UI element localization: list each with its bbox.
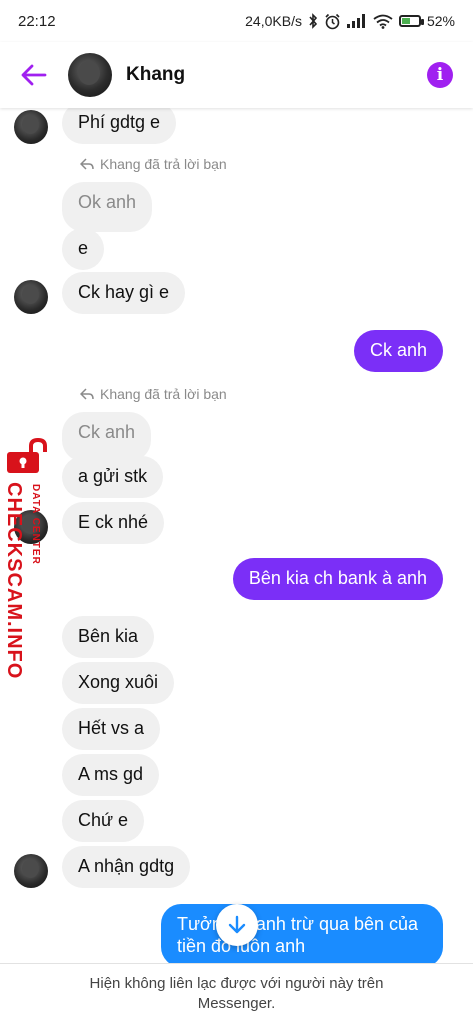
incoming-message[interactable]: A ms gd xyxy=(62,754,160,796)
notice-line: Messenger. xyxy=(197,995,276,1013)
incoming-message[interactable]: Xong xuôi xyxy=(62,662,175,704)
incoming-message[interactable]: Ck hay gì e xyxy=(62,272,186,314)
incoming-message[interactable]: Chứ e xyxy=(62,800,145,842)
signal-icon xyxy=(346,14,365,28)
incoming-message[interactable]: E ck nhé xyxy=(62,502,165,544)
incoming-message[interactable]: Bên kia xyxy=(62,616,155,658)
unavailable-notice: Hiện không liên lạc được với người này t… xyxy=(0,963,473,1024)
battery-percent: 52% xyxy=(426,13,455,29)
incoming-message[interactable]: Hết vs a xyxy=(62,708,161,750)
watermark: CHECKSCAM.INFO DATA CENTER xyxy=(2,438,52,679)
chat-header: Khang i xyxy=(0,42,473,108)
contact-name[interactable]: Khang xyxy=(126,64,427,86)
watermark-subtext: DATA CENTER xyxy=(30,484,41,565)
status-bar: 22:12 24,0KB/s 52% xyxy=(0,0,473,42)
reply-icon xyxy=(80,158,94,170)
battery-icon xyxy=(398,15,424,27)
status-icons: 24,0KB/s 52% xyxy=(245,13,455,30)
contact-avatar-small xyxy=(14,854,48,888)
reply-note: Khang đã trả lời bạn xyxy=(80,386,227,402)
contact-avatar[interactable] xyxy=(68,53,112,97)
reply-icon xyxy=(80,388,94,400)
contact-avatar-small xyxy=(14,110,48,144)
incoming-message[interactable]: a gửi stk xyxy=(62,456,164,498)
network-speed: 24,0KB/s xyxy=(245,13,302,29)
outgoing-message-line: Tưởng là anh trừ qua bên của xyxy=(177,914,419,934)
outgoing-message[interactable]: Ck anh xyxy=(353,330,443,372)
incoming-message[interactable]: e xyxy=(62,228,105,270)
wifi-icon xyxy=(373,14,393,29)
watermark-text: CHECKSCAM.INFO xyxy=(3,482,25,680)
incoming-message[interactable]: Phí gdtg e xyxy=(62,108,177,144)
scroll-down-button[interactable] xyxy=(216,904,258,946)
bluetooth-icon xyxy=(309,13,318,29)
alarm-icon xyxy=(325,13,340,29)
outgoing-message[interactable]: Tưởng là anh trừ qua bên của tiền đó luô… xyxy=(161,904,443,963)
back-arrow-icon[interactable] xyxy=(20,61,48,89)
incoming-message[interactable]: A nhận gdtg xyxy=(62,846,191,888)
info-icon[interactable]: i xyxy=(427,62,453,88)
quoted-message[interactable]: Ck anh xyxy=(62,412,152,462)
outgoing-message-line: tiền đó luôn anh xyxy=(177,935,306,956)
arrow-down-icon xyxy=(228,915,246,934)
quoted-message[interactable]: Ok anh xyxy=(62,182,153,232)
outgoing-message[interactable]: Bên kia ch bank à anh xyxy=(232,558,443,600)
notice-line: Hiện không liên lạc được với người này t… xyxy=(89,975,384,992)
message-list[interactable]: Phí gdtg e Khang đã trả lời bạn Ok anh e… xyxy=(0,108,473,963)
status-time: 22:12 xyxy=(18,12,56,30)
reply-note: Khang đã trả lời bạn xyxy=(80,156,227,172)
reply-note-text: Khang đã trả lời bạn xyxy=(100,386,227,402)
contact-avatar-small xyxy=(14,280,48,314)
lock-icon xyxy=(7,438,47,473)
reply-note-text: Khang đã trả lời bạn xyxy=(100,156,227,172)
